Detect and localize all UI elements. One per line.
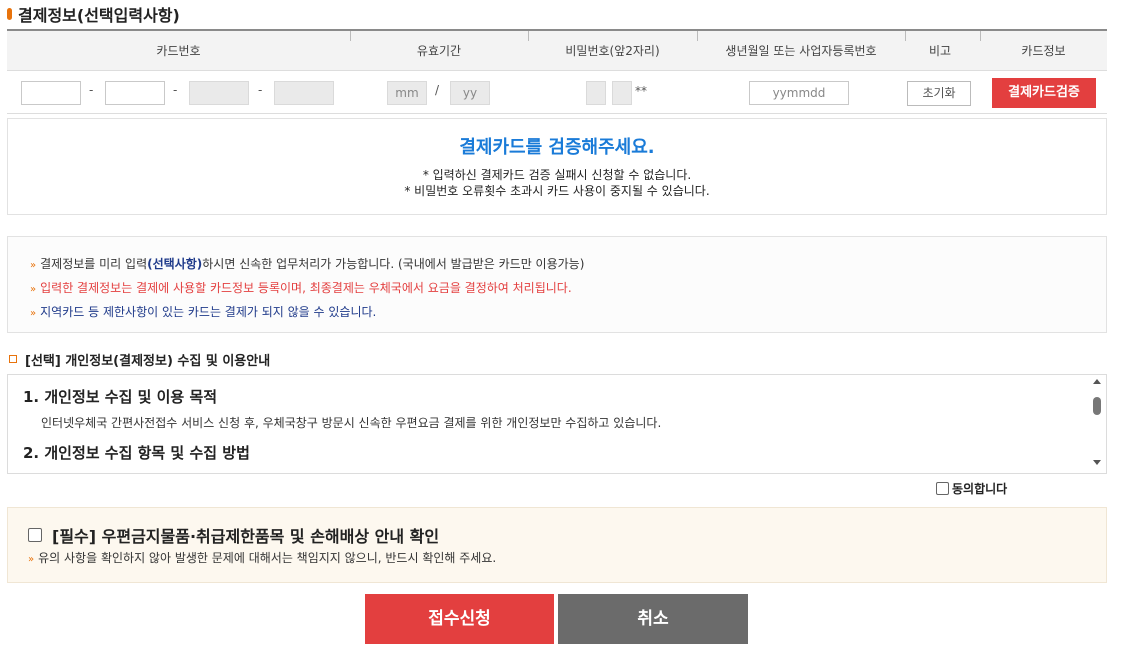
privacy-agree[interactable]: 동의합니다: [936, 480, 1007, 496]
note-item: » 입력한 결제정보는 결제에 사용할 카드정보 등록이며, 최종결제는 우체국에…: [30, 277, 1106, 301]
note-bold: (선택사항): [147, 257, 203, 271]
note-text: 지역카드 등 제한사항이 있는 카드는 결제가 되지 않을 수 있습니다.: [40, 305, 377, 319]
scroll-down-icon[interactable]: [1093, 460, 1101, 465]
expiry-year-field[interactable]: yy: [450, 81, 490, 105]
cancel-button[interactable]: 취소: [558, 594, 748, 644]
required-subtitle: » 유의 사항을 확인하지 않아 발생한 문제에 대해서는 책임지지 않으니, 반…: [28, 549, 496, 566]
card-number-field-2[interactable]: [105, 81, 165, 105]
reset-button[interactable]: 초기화: [907, 81, 971, 106]
note-item: » 지역카드 등 제한사항이 있는 카드는 결제가 되지 않을 수 있습니다.: [30, 301, 1106, 325]
arrow-icon: »: [28, 554, 35, 565]
required-title: [필수] 우편금지물품·취급제한품목 및 손해배상 안내 확인: [52, 527, 440, 546]
header-note: 비고: [928, 44, 952, 58]
note-text: 하시면 신속한 업무처리가 가능합니다. (국내에서 발급받은 카드만 이용가능…: [202, 257, 585, 271]
card-number-dash: -: [258, 83, 263, 97]
payment-section-title-text: 결제정보(선택입력사항): [18, 6, 180, 25]
expiry-slash: /: [435, 83, 440, 97]
password-mask: **: [635, 84, 647, 98]
password-digit-1[interactable]: [586, 81, 606, 105]
privacy-section-title: [선택] 개인정보(결제정보) 수집 및 이용안내: [9, 350, 271, 369]
note-text: 결제정보를 미리 입력: [40, 257, 148, 271]
scrollbar[interactable]: [1089, 375, 1106, 473]
verify-message-line: * 비밀번호 오류횟수 초과시 카드 사용이 중지될 수 있습니다.: [404, 184, 710, 198]
required-checkbox[interactable]: [28, 528, 42, 542]
note-item: » 결제정보를 미리 입력(선택사항)하시면 신속한 업무처리가 가능합니다. (…: [30, 253, 1106, 277]
header-card-info: 카드정보: [1021, 44, 1066, 58]
card-number-dash: -: [173, 83, 178, 97]
bullet-icon: [7, 8, 12, 20]
agree-checkbox[interactable]: [936, 481, 949, 495]
card-number-field-3[interactable]: [189, 81, 249, 105]
privacy-heading: 2. 개인정보 수집 항목 및 수집 방법: [23, 444, 250, 462]
agree-label: 동의합니다: [952, 481, 1008, 496]
payment-notes: » 결제정보를 미리 입력(선택사항)하시면 신속한 업무처리가 가능합니다. (…: [7, 236, 1107, 333]
password-digit-2[interactable]: [612, 81, 632, 105]
card-number-dash: -: [89, 83, 94, 97]
card-number-field-4[interactable]: [274, 81, 334, 105]
arrow-icon: »: [30, 308, 37, 319]
arrow-icon: »: [30, 260, 37, 271]
expiry-month-field[interactable]: mm: [387, 81, 427, 105]
arrow-icon: »: [30, 284, 37, 295]
scroll-thumb[interactable]: [1093, 397, 1101, 415]
privacy-heading: 1. 개인정보 수집 및 이용 목적: [23, 388, 218, 406]
privacy-title-text: [선택] 개인정보(결제정보) 수집 및 이용안내: [25, 353, 271, 369]
verify-message-line: * 입력하신 결제카드 검증 실패시 신청할 수 없습니다.: [422, 168, 692, 182]
card-number-field-1[interactable]: [21, 81, 81, 105]
birth-date-field[interactable]: yymmdd: [749, 81, 849, 105]
note-text: 입력한 결제정보는 결제에 사용할 카드정보 등록이며, 최종결제는 우체국에서…: [40, 281, 572, 295]
verify-card-button[interactable]: 결제카드검증: [992, 78, 1096, 108]
required-confirm[interactable]: [필수] 우편금지물품·취급제한품목 및 손해배상 안내 확인: [28, 523, 439, 547]
header-card-number: 카드번호: [156, 44, 201, 58]
verify-message-title: 결제카드를 검증해주세요.: [459, 137, 655, 158]
required-confirm-box: [필수] 우편금지물품·취급제한품목 및 손해배상 안내 확인 » 유의 사항을 …: [7, 507, 1107, 583]
payment-section-title: 결제정보(선택입력사항): [7, 2, 180, 26]
privacy-paragraph: 인터넷우체국 간편사전접수 서비스 신청 후, 우체국창구 방문시 신속한 우편…: [41, 416, 662, 430]
card-table-header: 카드번호 유효기간 비밀번호(앞2자리) 생년월일 또는 사업자등록번호 비고 …: [7, 31, 1107, 71]
privacy-terms-scrollbox[interactable]: 1. 개인정보 수집 및 이용 목적 인터넷우체국 간편사전접수 서비스 신청 …: [7, 374, 1107, 474]
header-birth-or-biz: 생년월일 또는 사업자등록번호: [725, 44, 877, 58]
header-password: 비밀번호(앞2자리): [565, 44, 660, 58]
card-info-table: 카드번호 유효기간 비밀번호(앞2자리) 생년월일 또는 사업자등록번호 비고 …: [7, 29, 1107, 114]
header-expiry: 유효기간: [416, 44, 462, 58]
scroll-up-icon[interactable]: [1093, 379, 1101, 384]
verify-message-box: 결제카드를 검증해주세요. * 입력하신 결제카드 검증 실패시 신청할 수 없…: [7, 118, 1107, 215]
submit-button[interactable]: 접수신청: [365, 594, 554, 644]
square-bullet-icon: [9, 355, 17, 363]
required-subtitle-text: 유의 사항을 확인하지 않아 발생한 문제에 대해서는 책임지지 않으니, 반드…: [38, 551, 497, 565]
